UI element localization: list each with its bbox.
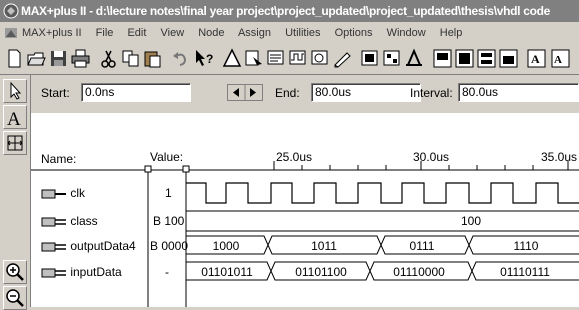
input-bus-label: 01110111 [500,265,550,279]
output-bus-label: 1110 [513,239,539,253]
open-icon[interactable] [26,48,47,69]
signal-clk[interactable]: clk [41,186,85,200]
signal-value: - [165,265,169,279]
svg-text:?: ? [206,52,213,66]
menu-file[interactable]: File [96,27,114,39]
text-icon[interactable] [432,48,453,69]
value-column-handle [182,165,190,173]
context-help-icon[interactable]: ? [194,48,215,69]
svg-text:A: A [531,52,540,66]
simulate-icon[interactable] [288,48,309,69]
output-bus-label: 1000 [212,239,240,253]
open-waveform-icon[interactable] [476,48,497,69]
waveform-icon[interactable] [360,48,381,69]
signal-name: class [70,214,98,228]
input-bus-label: 01110000 [393,265,445,279]
signal-name: outputData4 [70,239,136,253]
new-icon[interactable] [4,48,25,69]
hierarchy-icon[interactable] [222,48,243,69]
bidir-bus-icon [41,268,66,278]
input-pin-icon [41,189,66,199]
menu-maxplus[interactable]: MAX+plus II [22,27,82,39]
floorplan-icon[interactable] [382,48,403,69]
timing-icon[interactable] [310,48,331,69]
input-bus-icon [41,217,66,227]
signal-outputData4[interactable]: outputData4 [41,239,136,253]
output-bus-label: 1011 [311,239,337,253]
clk-waveform [186,182,579,204]
signal-name: clk [70,186,86,200]
zoom-out-icon[interactable] [3,286,27,310]
menu-assign[interactable]: Assign [238,27,271,39]
compile-icon[interactable] [266,48,287,69]
input-bus-label: 01101011 [201,265,253,279]
menu-bar: MAX+plus II File Edit View Node Assign U… [0,22,579,44]
menu-edit[interactable]: Edit [127,27,146,39]
project-icon[interactable] [244,48,265,69]
print-waveform-icon[interactable] [498,48,519,69]
svg-text:A: A [7,109,21,128]
menu-utilities[interactable]: Utilities [285,27,320,39]
window-title: MAX+plus II - d:\lecture notes\final yea… [21,4,551,18]
output-bus-icon [41,242,66,252]
paste-icon[interactable] [142,48,163,69]
class-bus-label: 100 [460,214,482,228]
signal-name: inputData [70,265,122,279]
name-column-handle [144,165,152,173]
signal-value: 1 [165,186,172,200]
selection-tool-icon[interactable] [3,79,27,103]
signal-value: B 100 [153,214,185,228]
system-menu-icon[interactable] [3,25,19,41]
text-tool-icon[interactable]: A [3,105,27,129]
font-size-icon[interactable]: A [550,48,571,69]
svg-text:A: A [554,54,562,66]
font-icon[interactable]: A [526,48,547,69]
output-bus-label: 0111 [409,239,435,253]
app-icon [3,3,19,19]
input-bus-label: 01101100 [295,265,347,279]
graphic-icon[interactable] [454,48,475,69]
zoom-in-icon[interactable] [3,260,27,284]
title-bar: MAX+plus II - d:\lecture notes\final yea… [0,0,579,22]
symbol-icon[interactable] [404,48,425,69]
print-icon[interactable] [70,48,91,69]
tool-palette: A [0,75,31,310]
menu-window[interactable]: Window [387,27,426,39]
programmer-icon[interactable] [332,48,353,69]
signal-class[interactable]: class [41,214,98,228]
class-waveform [186,210,579,232]
menu-help[interactable]: Help [440,27,463,39]
cut-icon[interactable] [98,48,119,69]
signal-value: B 0000 [150,239,189,253]
waveform-editor: Start: 0.0ns End: 80.0us Interval: 80.0u… [31,75,579,307]
copy-icon[interactable] [120,48,141,69]
menu-view[interactable]: View [161,27,185,39]
menu-options[interactable]: Options [335,27,373,39]
menu-node[interactable]: Node [198,27,224,39]
time-ticks [273,161,569,170]
save-icon[interactable] [48,48,69,69]
toolbar: ? A A [0,44,579,75]
signal-inputData[interactable]: inputData [41,265,122,279]
undo-icon[interactable] [170,48,191,69]
zoom-fit-icon[interactable] [3,131,27,155]
